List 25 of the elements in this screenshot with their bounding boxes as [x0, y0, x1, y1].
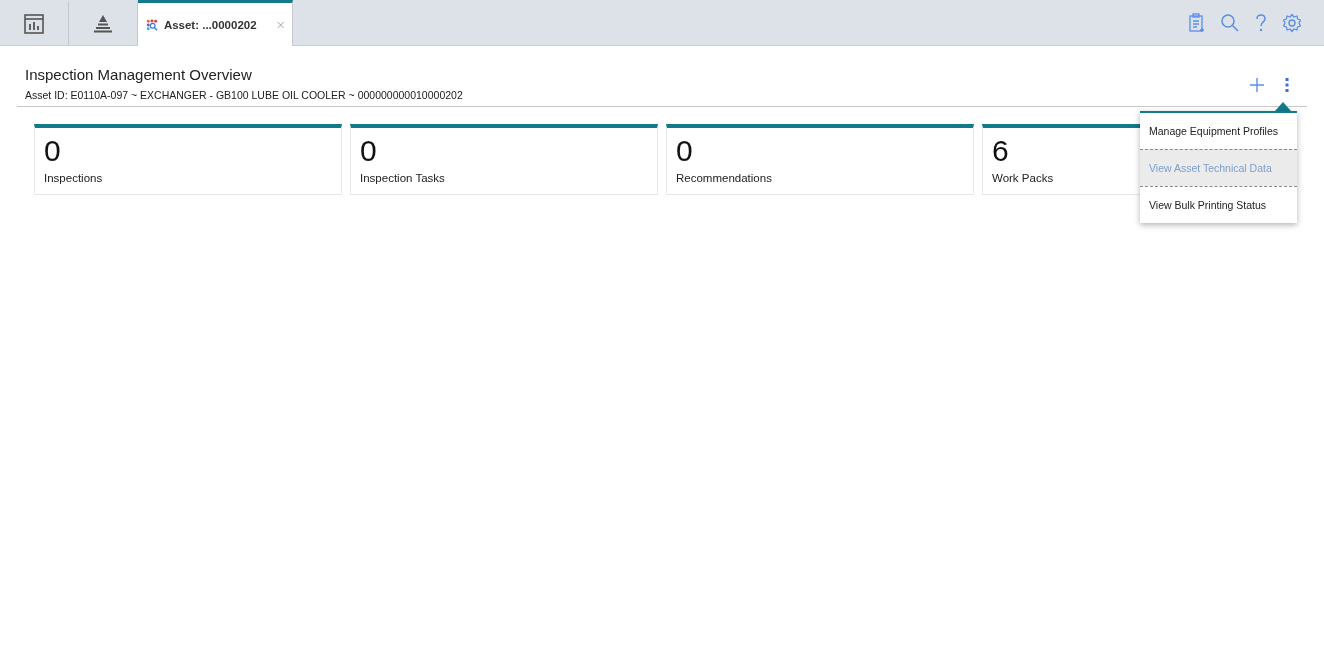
- search-icon[interactable]: [1220, 12, 1240, 33]
- asset-tab[interactable]: Asset: ...0000202: [138, 0, 293, 46]
- report-icon: [24, 14, 44, 34]
- count-text: 0: [676, 134, 693, 168]
- close-icon[interactable]: [276, 19, 284, 30]
- summary-card[interactable]: 0 Recommendations: [666, 124, 974, 195]
- card-label: Recommendations: [676, 172, 772, 184]
- card-label: Work Packs: [992, 172, 1054, 184]
- more-icon[interactable]: [1285, 78, 1289, 92]
- asset-id-text: Asset ID: E0110A-097 ~ EXCHANGER - GB100 LUBE OIL COOLER ~ 000000000010000202: [25, 89, 463, 101]
- add-icon[interactable]: [1249, 77, 1265, 93]
- pyramid-icon: [93, 14, 113, 34]
- count-text: 0: [44, 134, 61, 168]
- count-text: 6: [992, 134, 1009, 168]
- settings-icon[interactable]: [1282, 12, 1302, 33]
- help-icon[interactable]: [1254, 12, 1268, 33]
- summary-card[interactable]: 0 Inspection Tasks: [350, 124, 658, 195]
- menu-item[interactable]: View Bulk Printing Status: [1140, 186, 1297, 223]
- page-title: Inspection Management Overview: [25, 66, 253, 83]
- count-text: 0: [360, 134, 377, 168]
- card-label: Inspection Tasks: [360, 172, 445, 184]
- card-label: Inspections: [44, 172, 103, 184]
- tab-label: Asset: ...0000202: [163, 18, 257, 31]
- clipboard-icon[interactable]: [1188, 12, 1206, 33]
- summary-card[interactable]: 0 Inspections: [34, 124, 342, 195]
